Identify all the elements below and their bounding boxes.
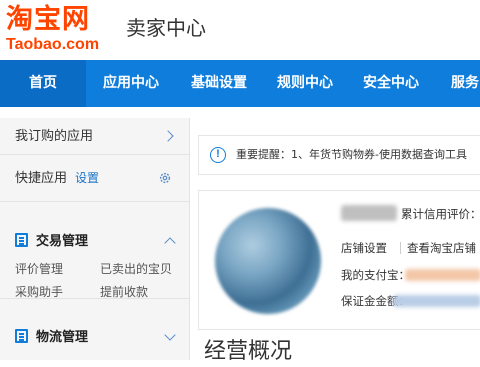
quick-apps-title: 快捷应用 [15,171,68,186]
notice-text[interactable]: 重要提醒：1、年货节购物券-使用数据查询工具 [236,147,467,163]
link-purchase-assistant[interactable]: 采购助手 [15,284,63,300]
logistics-management-title: 物流管理 [36,330,89,345]
deposit-amount-redacted [393,295,480,307]
chevron-up-icon[interactable] [164,237,176,249]
view-shop-link[interactable]: 查看淘宝店铺 [407,240,476,256]
sidebar-item-my-apps[interactable]: 我订购的应用 [0,118,190,155]
alipay-account-redacted [405,269,480,281]
trade-icon [15,233,28,247]
sidebar-item-label: 我订购的应用 [15,129,94,144]
trade-management-header[interactable]: 交易管理 [15,233,88,251]
link-review-management[interactable]: 评价管理 [15,261,63,277]
logistics-management-header[interactable]: 物流管理 [15,329,88,347]
shop-settings-link[interactable]: 店铺设置 [341,240,387,256]
link-early-payment[interactable]: 提前收款 [100,284,148,300]
logo-chinese: 淘宝网 [6,4,90,35]
quick-apps-settings-link[interactable]: 设置 [75,171,99,185]
logistics-management-section: 物流管理 [0,299,190,360]
alipay-label: 我的支付宝： [341,268,410,282]
nav-item-services[interactable]: 服务 [434,60,480,107]
main-nav: 首页 应用中心 基础设置 规则中心 安全中心 服务 [0,60,480,107]
quick-apps-label: 快捷应用 设置 [15,169,99,188]
trade-management-section: 交易管理 评价管理 已卖出的宝贝 采购助手 提前收款 [0,202,190,299]
site-name: 卖家中心 [126,16,206,40]
important-notice: ! 重要提醒：1、年货节购物券-使用数据查询工具 [198,135,480,175]
divider [400,242,401,254]
credit-rating-label: 累计信用评价： [401,207,480,221]
chevron-down-icon[interactable] [164,329,176,341]
business-overview-title: 经营概况 [204,339,293,364]
username-redacted [341,205,397,221]
nav-item-basic-settings[interactable]: 基础设置 [176,60,262,107]
link-sold-items[interactable]: 已卖出的宝贝 [100,261,172,277]
nav-item-security-center[interactable]: 安全中心 [348,60,434,107]
nav-item-app-center[interactable]: 应用中心 [86,60,176,107]
nav-item-rules-center[interactable]: 规则中心 [262,60,348,107]
logistics-icon [15,329,28,343]
avatar[interactable] [215,208,321,314]
trade-management-title: 交易管理 [36,234,89,249]
sidebar-item-quick-apps: 快捷应用 设置 [0,155,190,202]
account-card: 累计信用评价： 店铺设置 查看淘宝店铺 我的支付宝： 保证金金额： [198,190,480,330]
taobao-logo[interactable]: 淘宝网 Taobao.com [6,4,118,58]
sidebar: 我订购的应用 快捷应用 设置 交易管理 评价管理 已卖出的宝贝 采购助手 提前收款… [0,118,190,360]
gear-icon[interactable] [158,171,172,185]
info-icon: ! [210,147,226,163]
nav-item-home[interactable]: 首页 [0,60,86,107]
chevron-right-icon [162,130,174,142]
header: 淘宝网 Taobao.com 卖家中心 [0,0,480,60]
logo-english: Taobao.com [6,36,100,53]
